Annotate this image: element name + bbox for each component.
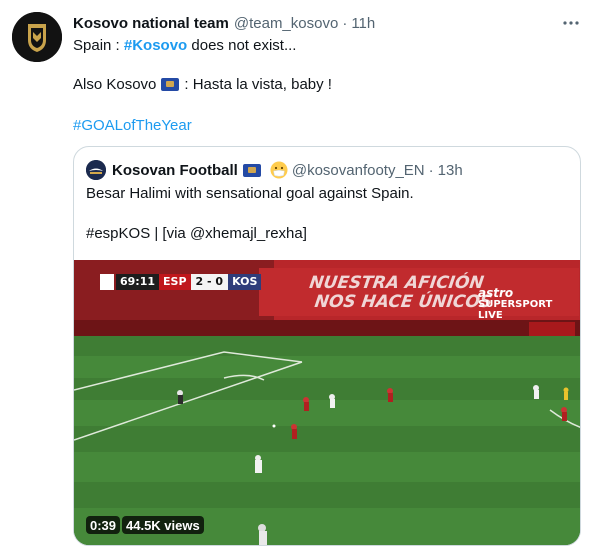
broadcaster-logo: astro SUPERSPORT LIVE bbox=[478, 286, 553, 321]
mask-face-emoji-icon bbox=[270, 161, 288, 179]
text-span: does not exist... bbox=[187, 37, 297, 54]
player bbox=[534, 390, 539, 399]
player bbox=[304, 402, 309, 411]
banner-line: NOS HACE ÚNICOS bbox=[313, 292, 494, 312]
away-team: KOS bbox=[228, 274, 262, 290]
video-player[interactable]: 69:11 ESP 2 - 0 KOS NUESTRA AFICIÓN NOS … bbox=[74, 260, 580, 545]
quoted-author-name: Kosovan Football bbox=[112, 161, 238, 179]
kosovo-flag-icon bbox=[161, 78, 180, 91]
quoted-text-line: Besar Halimi with sensational goal again… bbox=[86, 185, 414, 202]
tweet-text-line: Spain : #Kosovo does not exist... bbox=[73, 37, 296, 54]
separator: · bbox=[342, 14, 348, 32]
ad-board bbox=[529, 322, 575, 336]
player bbox=[563, 387, 569, 393]
match-clock: 69:11 bbox=[116, 274, 160, 290]
tweet[interactable]: Kosovo national team @team_kosovo · 11h … bbox=[0, 0, 596, 556]
separator: · bbox=[428, 161, 434, 179]
text-span: Also Kosovo bbox=[73, 76, 157, 93]
player bbox=[292, 429, 297, 439]
kosovo-flag-icon bbox=[242, 163, 261, 177]
hashtag-link[interactable]: #Kosovo bbox=[124, 37, 187, 54]
tweet-text-line: #GOALofTheYear bbox=[73, 117, 192, 134]
quoted-tweet[interactable]: Kosovan Football @kosovanfooty_EN · 13h … bbox=[73, 146, 581, 546]
live-label: LIVE bbox=[478, 310, 503, 321]
stadium-banner: NUESTRA AFICIÓN NOS HACE ÚNICOS bbox=[305, 273, 496, 312]
pitch-stripe bbox=[74, 400, 580, 426]
tweet-text-line: Also Kosovo : Hasta la vista, baby ! bbox=[73, 76, 332, 93]
text-span: Spain : bbox=[73, 37, 124, 54]
video-duration-badge: 0:39 bbox=[86, 516, 121, 534]
ellipsis-icon bbox=[563, 21, 579, 25]
banner-line: NUESTRA AFICIÓN bbox=[308, 273, 486, 293]
author-name[interactable]: Kosovo national team bbox=[73, 15, 229, 32]
player bbox=[564, 392, 568, 400]
quoted-tweet-header: Kosovan Football @kosovanfooty_EN · 13h bbox=[86, 159, 463, 181]
quoted-author-handle: @kosovanfooty_EN bbox=[291, 161, 425, 179]
player bbox=[178, 395, 183, 404]
avatar[interactable] bbox=[12, 12, 62, 62]
player bbox=[258, 524, 266, 532]
hashtag-link[interactable]: #GOALofTheYear bbox=[73, 117, 192, 134]
ball bbox=[272, 424, 276, 428]
player bbox=[255, 460, 262, 473]
quoted-timestamp: 13h bbox=[437, 161, 463, 179]
scorebug: 69:11 ESP 2 - 0 KOS bbox=[100, 274, 262, 290]
pitch-stripe bbox=[74, 452, 580, 482]
competition-logo-icon bbox=[100, 274, 114, 290]
stand-shadow bbox=[74, 260, 274, 320]
home-team: ESP bbox=[159, 274, 191, 290]
player bbox=[330, 399, 335, 408]
kosovo-crest-icon bbox=[12, 12, 62, 62]
broadcaster-name: astro bbox=[478, 286, 514, 300]
quoted-avatar bbox=[86, 160, 106, 180]
pitch-stripe bbox=[74, 356, 580, 378]
tweet-header: Kosovo national team @team_kosovo · 11h bbox=[73, 12, 375, 34]
view-count-badge: 44.5K views bbox=[122, 516, 204, 534]
quoted-text-line: #espKOS | [via @xhemajl_rexha] bbox=[86, 225, 307, 242]
channel-name: SUPERSPORT bbox=[478, 299, 553, 310]
author-handle[interactable]: @team_kosovo bbox=[234, 15, 338, 32]
timestamp[interactable]: 11h bbox=[351, 15, 375, 32]
advertising-board bbox=[74, 320, 580, 336]
player bbox=[259, 531, 267, 545]
score: 2 - 0 bbox=[190, 274, 229, 290]
more-icon[interactable] bbox=[560, 12, 582, 34]
text-span: : Hasta la vista, baby ! bbox=[184, 76, 332, 93]
player bbox=[388, 393, 393, 402]
kosovan-football-logo-icon bbox=[86, 160, 106, 180]
player bbox=[562, 412, 567, 421]
